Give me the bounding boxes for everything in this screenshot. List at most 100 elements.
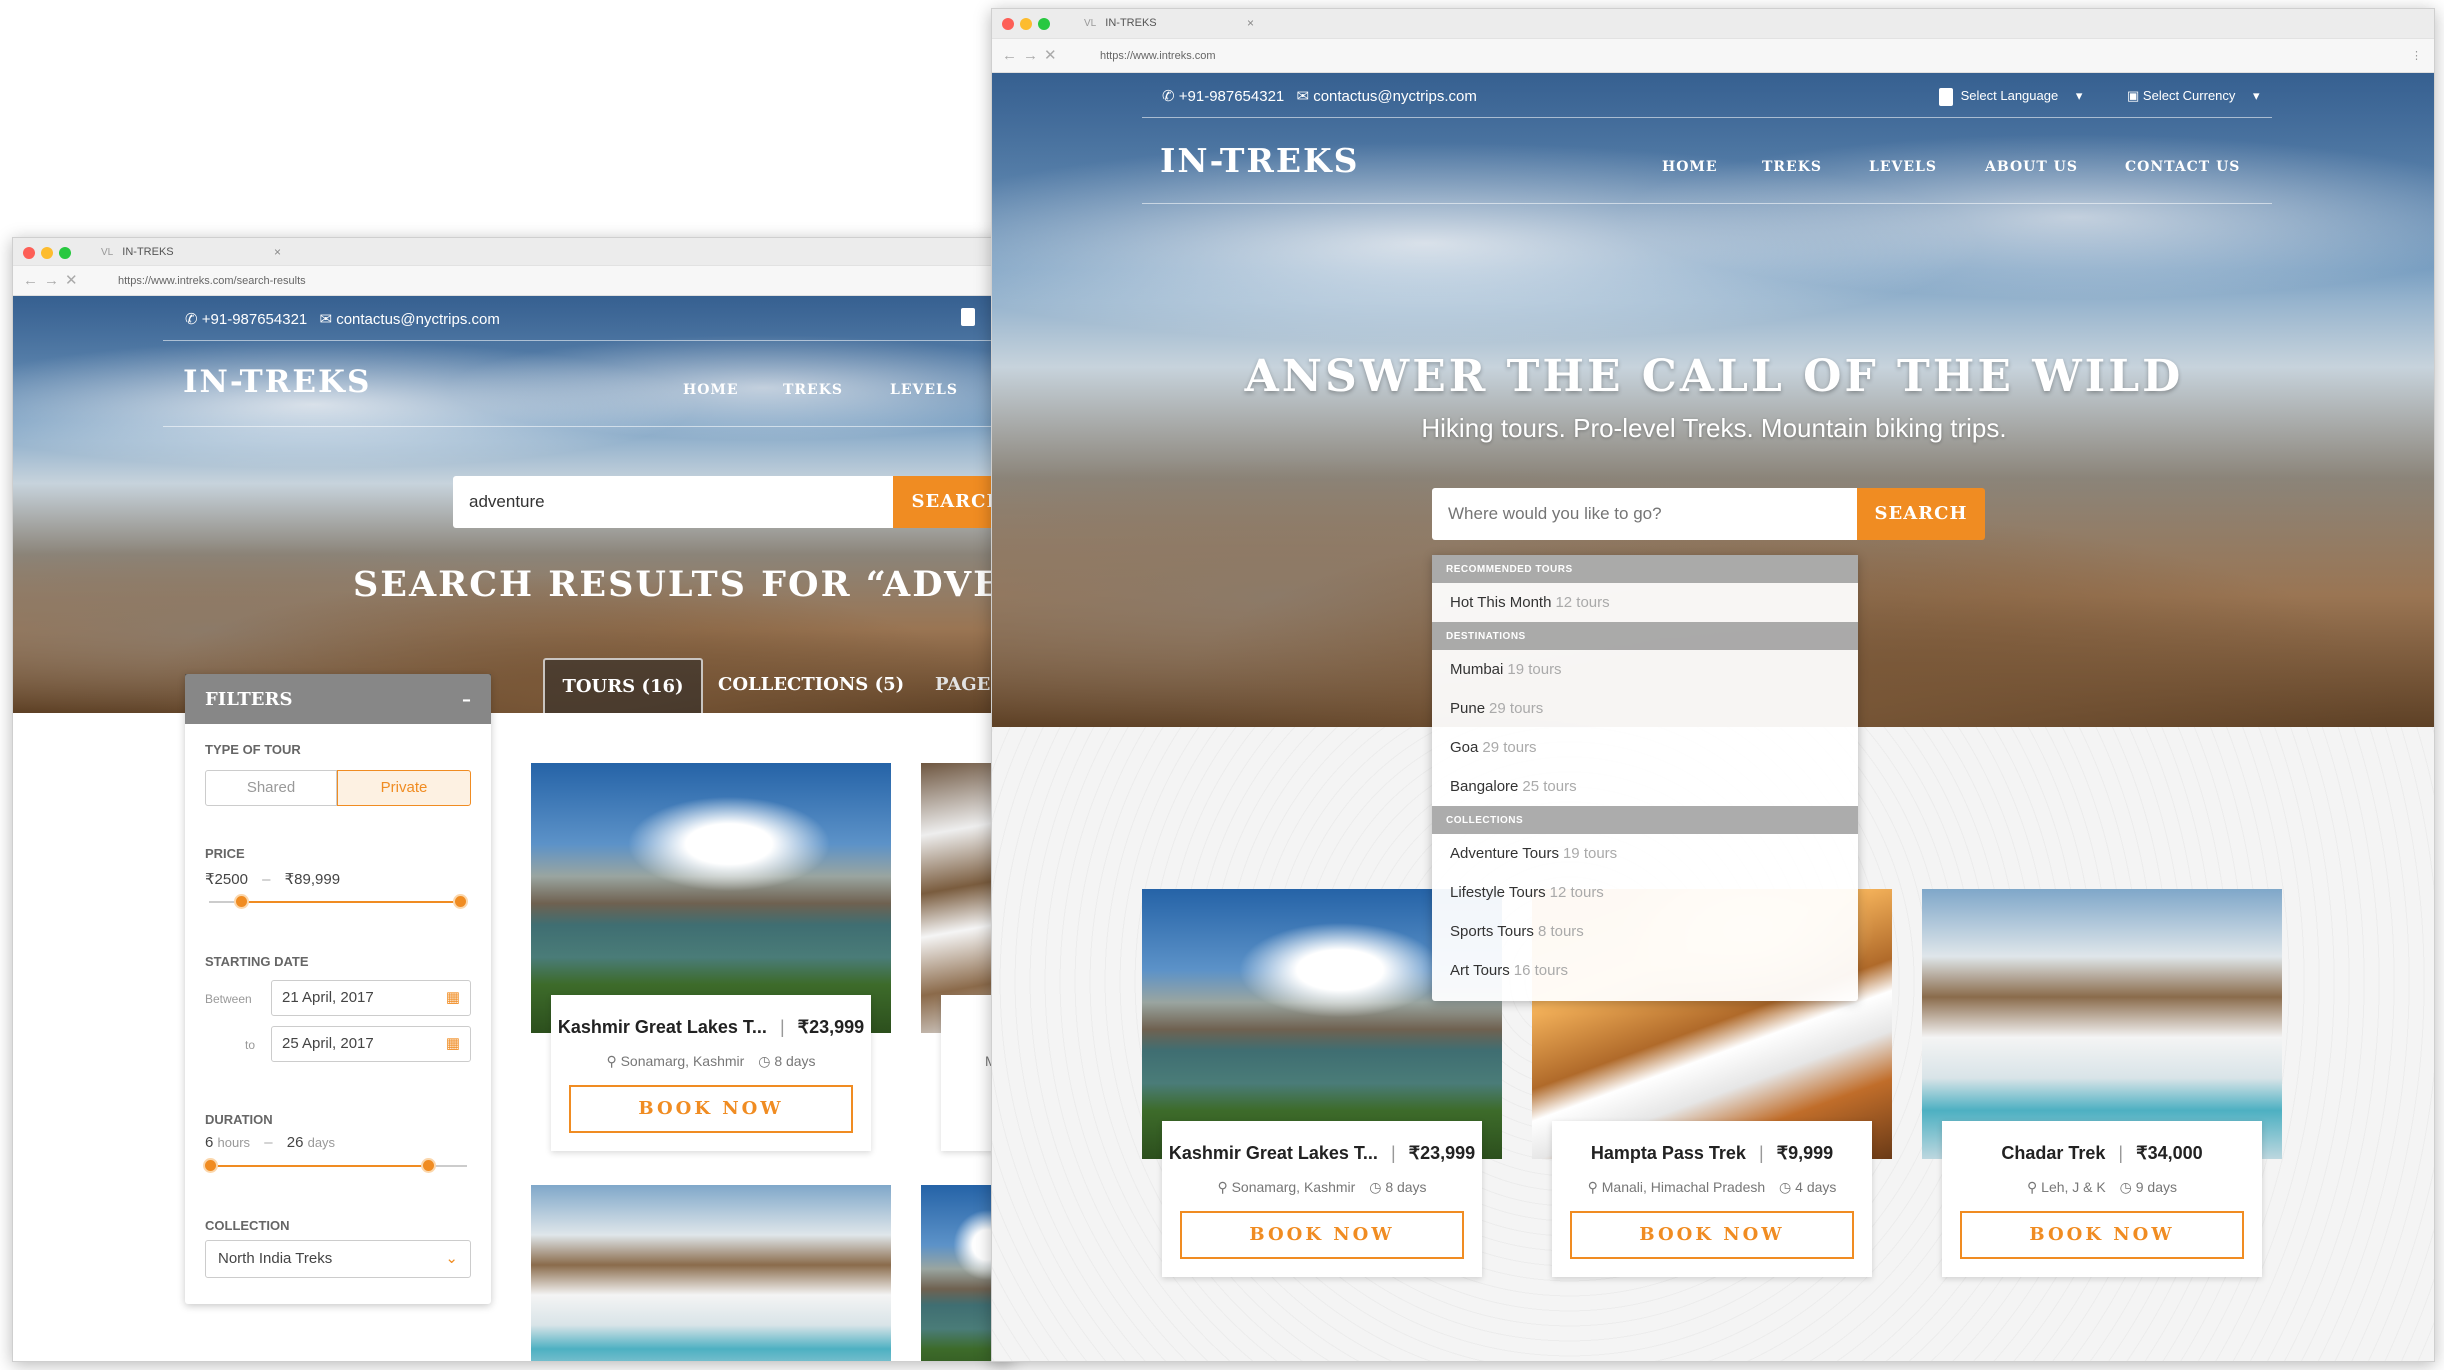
minimize-window-icon[interactable] xyxy=(41,247,53,259)
between-label: Between xyxy=(205,992,252,1006)
card-title-row: Kashmir Great Lakes T... | ₹23,999 xyxy=(1168,1143,1476,1163)
suggestion-item[interactable]: Lifestyle Tours 12 tours xyxy=(1432,873,1858,912)
nav-divider xyxy=(1142,203,2272,204)
price-max: ₹89,999 xyxy=(284,871,341,888)
header-divider xyxy=(1142,117,2272,118)
suggestion-item[interactable]: Adventure Tours 19 tours xyxy=(1432,834,1858,873)
type-shared-toggle[interactable]: Shared xyxy=(205,770,337,806)
calendar-icon[interactable]: ▦ xyxy=(446,981,460,1015)
close-window-icon[interactable] xyxy=(1002,18,1014,30)
location-pin-icon: ⚲ xyxy=(1587,1179,1598,1195)
site-logo[interactable]: IN-TREKS xyxy=(183,364,371,400)
duration-slider-fill xyxy=(209,1165,427,1167)
suggestion-item[interactable]: Pune 29 tours xyxy=(1432,689,1858,728)
duration-max-value: 26 xyxy=(286,1134,304,1151)
card-image[interactable] xyxy=(1922,889,2282,1159)
google-translate-icon[interactable] xyxy=(961,308,975,326)
collection-select[interactable]: North India Treks ⌄ xyxy=(205,1240,471,1278)
search-input[interactable] xyxy=(1432,488,1857,540)
duration-min-unit: hours xyxy=(217,1135,251,1150)
date-to-input[interactable]: 25 April, 2017 ▦ xyxy=(271,1026,471,1062)
language-selector[interactable]: Select Language ▾ xyxy=(1939,88,2082,106)
hero-banner: ✆ +91-987654321 ✉ contactus@nyctrips.com… xyxy=(13,296,1011,713)
result-card[interactable]: Kashmir Great Lakes T... | ₹23,999 ⚲ Son… xyxy=(531,763,891,1163)
close-window-icon[interactable] xyxy=(23,247,35,259)
browser-nav-icons[interactable]: ←→✕ xyxy=(1002,39,1063,73)
suggestion-item[interactable]: Goa 29 tours xyxy=(1432,728,1858,767)
suggestion-item[interactable]: Hot This Month 12 tours xyxy=(1432,583,1858,622)
result-card[interactable] xyxy=(531,1185,891,1361)
book-now-button[interactable]: BOOK NOW xyxy=(1570,1211,1854,1259)
minimize-window-icon[interactable] xyxy=(1020,18,1032,30)
card-title[interactable]: Kashmir Great Lakes T... xyxy=(1169,1143,1378,1163)
dropdown-section-header: RECOMMENDED TOURS xyxy=(1432,555,1858,583)
collapse-icon[interactable]: – xyxy=(462,674,471,726)
card-title[interactable]: Hampta Pass Trek xyxy=(1591,1143,1746,1163)
book-now-button[interactable]: BOOK NOW xyxy=(1960,1211,2244,1259)
browser-nav-icons[interactable]: ←→✕ xyxy=(23,266,84,296)
address-bar[interactable]: ←→✕ https://www.intreks.com/search-resul… xyxy=(13,266,1011,296)
type-private-toggle[interactable]: Private xyxy=(337,770,471,806)
suggestion-item[interactable]: Bangalore 25 tours xyxy=(1432,767,1858,806)
nav-about-us[interactable]: ABOUT US xyxy=(1985,159,2078,175)
duration-min-value: 6 xyxy=(205,1134,214,1151)
nav-contact-us[interactable]: CONTACT US xyxy=(2125,159,2240,175)
favicon-icon: VL xyxy=(101,247,114,258)
duration-range-text: 6 hours – 26 days xyxy=(205,1134,335,1151)
currency-selector[interactable]: ▣ Select Currency ▾ xyxy=(2127,88,2260,104)
phone-number[interactable]: +91-987654321 xyxy=(202,311,308,328)
card-meta: ⚲ Leh, J & K ◷ 9 days xyxy=(1942,1179,2262,1196)
duration-max-unit: days xyxy=(307,1135,336,1150)
more-icon[interactable]: ⋮ xyxy=(2411,39,2422,73)
filters-title: FILTERS xyxy=(205,689,293,710)
date-from-input[interactable]: 21 April, 2017 ▦ xyxy=(271,980,471,1016)
nav-levels[interactable]: LEVELS xyxy=(890,382,958,398)
card-title[interactable]: Chadar Trek xyxy=(2001,1143,2105,1163)
clock-icon: ◷ xyxy=(1779,1179,1792,1195)
nav-treks[interactable]: TREKS xyxy=(783,382,843,398)
collection-label: COLLECTION xyxy=(205,1218,290,1233)
site-logo[interactable]: IN-TREKS xyxy=(1160,141,1359,180)
suggestion-item[interactable]: Sports Tours 8 tours xyxy=(1432,912,1858,951)
address-bar[interactable]: ←→✕ https://www.intreks.com ⋮ xyxy=(992,39,2434,73)
nav-home[interactable]: HOME xyxy=(683,382,739,398)
duration-separator: – xyxy=(264,1134,273,1151)
browser-tab[interactable]: VL IN-TREKS × xyxy=(1084,9,1254,37)
close-tab-icon[interactable]: × xyxy=(274,238,281,266)
suggestion-item[interactable]: Art Tours 16 tours xyxy=(1432,951,1858,990)
browser-tab-bar: VL IN-TREKS × xyxy=(992,9,2434,39)
tour-card[interactable]: Chadar Trek | ₹34,000 ⚲ Leh, J & K ◷ 9 d… xyxy=(1922,889,2282,1289)
price-slider-max-handle[interactable] xyxy=(453,894,468,909)
price-slider-min-handle[interactable] xyxy=(234,894,249,909)
card-location: Manali, Himachal Pradesh xyxy=(1601,1179,1766,1195)
close-tab-icon[interactable]: × xyxy=(1247,9,1254,37)
card-info: Hampta Pass Trek | ₹9,999 ⚲ Manali, Hima… xyxy=(1552,1121,1872,1277)
maximize-window-icon[interactable] xyxy=(1038,18,1050,30)
tab-collections[interactable]: COLLECTIONS (5) xyxy=(718,674,904,695)
nav-levels[interactable]: LEVELS xyxy=(1869,159,1937,175)
calendar-icon[interactable]: ▦ xyxy=(446,1027,460,1061)
phone-number[interactable]: +91-987654321 xyxy=(1179,88,1285,105)
price-min: ₹2500 xyxy=(205,871,248,888)
book-now-button[interactable]: BOOK NOW xyxy=(569,1085,853,1133)
search-button[interactable]: SEARCH xyxy=(1857,488,1985,540)
nav-treks[interactable]: TREKS xyxy=(1762,159,1822,175)
maximize-window-icon[interactable] xyxy=(59,247,71,259)
tab-tours[interactable]: TOURS (16) xyxy=(543,658,703,713)
card-image[interactable] xyxy=(531,763,891,1033)
google-translate-icon xyxy=(1939,88,1953,106)
duration-slider-min-handle[interactable] xyxy=(203,1158,218,1173)
nav-home[interactable]: HOME xyxy=(1662,159,1718,175)
card-title[interactable]: Kashmir Great Lakes T... xyxy=(558,1017,767,1037)
browser-tab[interactable]: VL IN-TREKS × xyxy=(101,238,281,266)
card-meta: ⚲ Sonamarg, Kashmir ◷ 8 days xyxy=(1162,1179,1482,1196)
duration-slider-max-handle[interactable] xyxy=(421,1158,436,1173)
to-label: to xyxy=(245,1038,256,1052)
suggestion-item[interactable]: Mumbai 19 tours xyxy=(1432,650,1858,689)
email-address[interactable]: contactus@nyctrips.com xyxy=(336,311,500,328)
card-image[interactable] xyxy=(531,1185,891,1361)
price-label: PRICE xyxy=(205,846,245,861)
search-input[interactable]: adventure xyxy=(453,476,893,528)
email-address[interactable]: contactus@nyctrips.com xyxy=(1313,88,1477,105)
book-now-button[interactable]: BOOK NOW xyxy=(1180,1211,1464,1259)
